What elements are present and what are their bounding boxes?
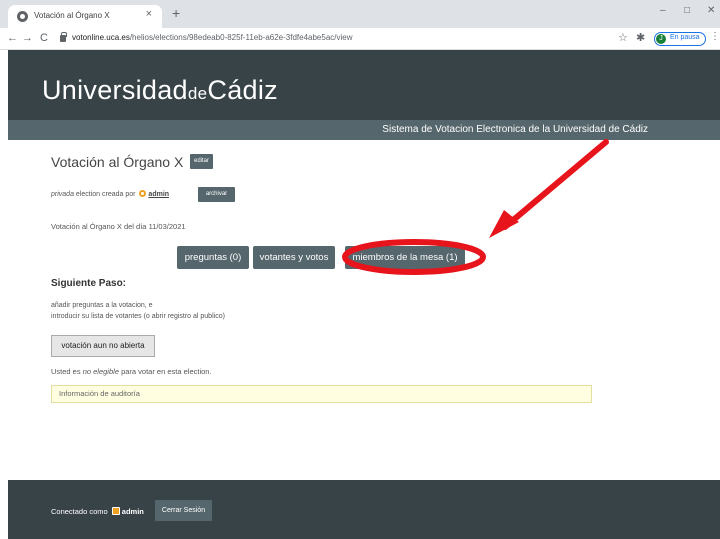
close-window-icon[interactable]: ✕ bbox=[707, 5, 715, 16]
instruction-line: añadir preguntas a la votacion, e bbox=[51, 302, 153, 309]
audit-info-box[interactable]: Información de auditoría bbox=[51, 385, 592, 403]
subheader: Sistema de Votacion Electronica de la Un… bbox=[8, 120, 720, 140]
system-title: Sistema de Votacion Electronica de la Un… bbox=[382, 124, 648, 135]
tab-title: Votación al Órgano X bbox=[34, 11, 110, 20]
tab-bar: Votación al Órgano X × + – □ ✕ bbox=[0, 0, 720, 28]
edit-button[interactable]: editar bbox=[190, 154, 213, 169]
footer-admin-name: admin bbox=[121, 507, 144, 516]
logo-text-1: Universidad bbox=[42, 75, 188, 105]
address-bar[interactable]: votonline.uca.es/helios/elections/98edea… bbox=[72, 33, 353, 42]
extensions-icon[interactable]: ✱ bbox=[636, 31, 645, 44]
admin-link[interactable]: admin bbox=[148, 191, 169, 198]
menu-icon[interactable]: ⋮ bbox=[710, 31, 720, 42]
url-domain: votonline.uca.es bbox=[72, 33, 130, 42]
election-description: Votación al Órgano X del día 11/03/2021 bbox=[51, 222, 186, 231]
maximize-icon[interactable]: □ bbox=[684, 5, 690, 16]
logout-button[interactable]: Cerrar Sesión bbox=[155, 500, 212, 521]
avatar: J bbox=[656, 34, 666, 44]
forward-icon[interactable]: → bbox=[22, 32, 33, 44]
address-toolbar: ← → C votonline.uca.es/helios/elections/… bbox=[0, 28, 720, 50]
created-by-label: election creada por bbox=[75, 191, 136, 198]
profile-status: En pausa bbox=[670, 34, 700, 41]
next-step-instructions: añadir preguntas a la votacion, e introd… bbox=[51, 300, 225, 322]
connected-as-label: Conectado como bbox=[51, 507, 108, 516]
profile-button[interactable]: J En pausa bbox=[654, 32, 706, 46]
logo-text-3: Cádiz bbox=[207, 75, 278, 105]
reload-icon[interactable]: C bbox=[40, 32, 48, 44]
back-icon[interactable]: ← bbox=[7, 32, 18, 44]
eligible-em: no elegible bbox=[82, 367, 119, 376]
election-title: Votación al Órgano X bbox=[51, 154, 184, 170]
footer: Conectado como admin bbox=[8, 480, 720, 539]
favicon-icon bbox=[17, 11, 28, 22]
eligibility-text: Usted es no elegible para votar en esta … bbox=[51, 367, 212, 376]
tab-voters[interactable]: votantes y votos bbox=[253, 246, 335, 269]
election-meta: privada election creada por admin bbox=[51, 190, 169, 198]
url-path: /helios/elections/98edeab0-825f-11eb-a62… bbox=[129, 33, 353, 42]
eligible-prefix: Usted es bbox=[51, 367, 81, 376]
minimize-icon[interactable]: – bbox=[660, 5, 666, 16]
logo-text-2: de bbox=[187, 84, 208, 103]
university-logo[interactable]: UniversidaddeCádiz bbox=[42, 75, 278, 106]
new-tab-icon[interactable]: + bbox=[172, 5, 180, 21]
instruction-line: introducir su lista de votantes (o abrir… bbox=[51, 313, 225, 320]
eligible-suffix: para votar en esta election. bbox=[121, 367, 212, 376]
voting-not-open-button[interactable]: votación aun no abierta bbox=[51, 335, 155, 357]
browser-window: Votación al Órgano X × + – □ ✕ ← → C vot… bbox=[0, 0, 720, 539]
footer-user: Conectado como admin bbox=[51, 507, 144, 516]
tab-questions[interactable]: preguntas (0) bbox=[177, 246, 249, 269]
admin-user-icon bbox=[139, 190, 147, 197]
tab-trustees[interactable]: miembros de la mesa (1) bbox=[345, 246, 465, 269]
archive-button[interactable]: archivar bbox=[198, 187, 235, 202]
tab-close-icon[interactable]: × bbox=[146, 8, 152, 20]
browser-tab[interactable]: Votación al Órgano X × bbox=[8, 5, 162, 28]
star-icon[interactable]: ☆ bbox=[618, 31, 628, 44]
admin-user-icon bbox=[111, 507, 120, 515]
next-step-heading: Siguiente Paso: bbox=[51, 278, 127, 289]
site-header: UniversidaddeCádiz bbox=[8, 50, 720, 120]
privacy-label: privada bbox=[51, 191, 74, 198]
lock-icon[interactable] bbox=[60, 32, 67, 42]
